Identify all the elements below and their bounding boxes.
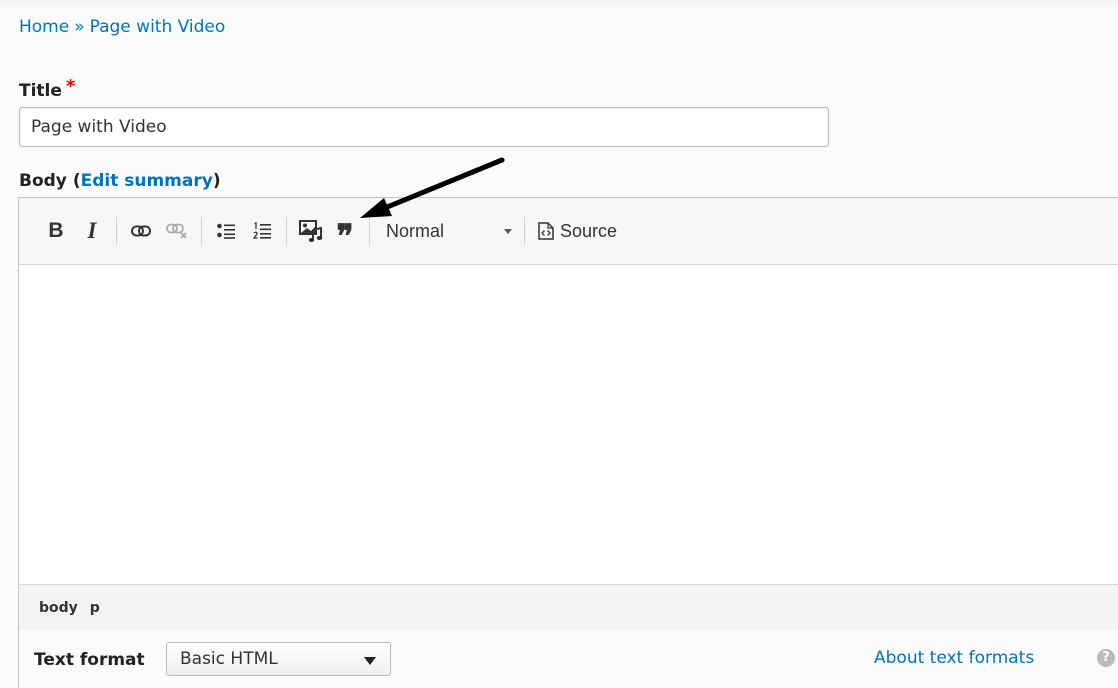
body-label-close-paren: ) [212,171,221,191]
source-label: Source [560,220,618,241]
blockquote-button[interactable]: ❞ [330,211,360,252]
breadcrumb-home-link[interactable]: Home [19,17,69,37]
bulleted-list-icon [217,223,235,239]
edit-summary-link[interactable]: Edit summary [81,171,213,191]
link-icon [131,225,151,237]
required-marker: * [65,76,76,97]
path-item-body[interactable]: body [39,600,78,616]
text-format-select[interactable]: Basic HTML [166,642,391,676]
link-button[interactable] [126,216,156,246]
text-format-value: Basic HTML [180,649,278,669]
element-path-bar: body p [19,584,1118,631]
breadcrumb-current-link[interactable]: Page with Video [90,17,226,37]
numbered-list-icon [253,222,271,239]
toolbar-separator [116,217,117,245]
numbered-list-button[interactable] [247,216,277,246]
path-item-p[interactable]: p [90,600,100,616]
editor-toolbar: B I ❞ Normal Source [19,198,1118,265]
toolbar-separator [524,217,525,245]
dropdown-arrow-icon [364,657,376,665]
title-label: Title * [19,76,75,101]
source-button[interactable]: Source [534,221,621,242]
media-embed-icon [299,220,323,242]
help-icon[interactable]: ? [1097,649,1115,667]
body-label-open-paren: ( [72,171,81,191]
unlink-icon [166,223,187,239]
paragraph-format-value: Normal [386,220,445,241]
rich-text-editor: B I ❞ Normal Source body p [18,197,1118,632]
toolbar-separator [201,217,202,245]
breadcrumb: Home» Page with Video [19,17,225,37]
text-format-row: Text format Basic HTML About text format… [18,630,1118,688]
body-label: Body (Edit summary) [19,171,221,191]
chevron-down-icon [504,229,512,234]
italic-button[interactable]: I [77,216,107,246]
bulleted-list-button[interactable] [211,216,241,246]
unlink-button[interactable] [162,216,192,246]
bold-button[interactable]: B [41,216,71,246]
editor-content-area[interactable] [19,265,1118,583]
text-format-label: Text format [34,650,145,670]
paragraph-format-dropdown[interactable]: Normal [379,216,524,246]
breadcrumb-separator: » [74,17,85,37]
source-icon [538,222,554,240]
toolbar-separator [369,217,370,245]
toolbar-separator [286,217,287,245]
title-label-text: Title [19,81,62,101]
title-input[interactable]: Page with Video [19,107,829,147]
body-label-text: Body [19,171,67,191]
about-text-formats-link[interactable]: About text formats [874,648,1034,668]
media-embed-button[interactable] [296,216,326,246]
page-top-shade [0,0,1118,10]
